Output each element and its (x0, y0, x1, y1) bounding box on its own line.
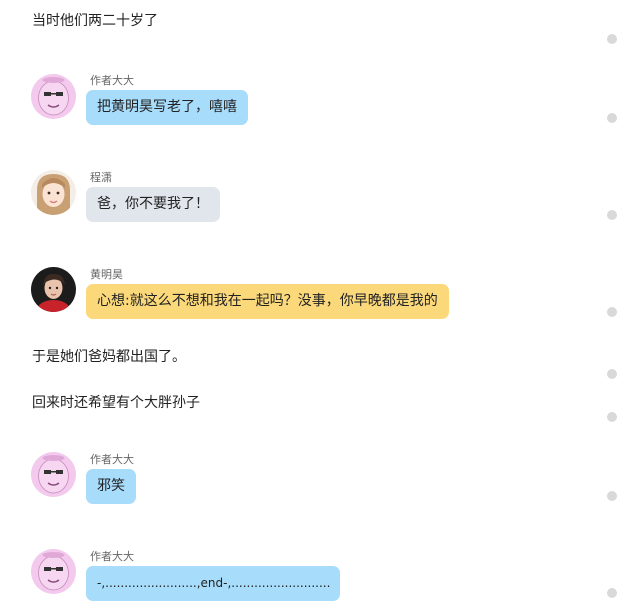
paragraph-marker-dot[interactable] (607, 412, 617, 422)
author-face-icon (31, 74, 76, 119)
narration-line: 当时他们两二十岁了 (32, 13, 158, 29)
paragraph-marker-dot[interactable] (607, 588, 617, 598)
paragraph-marker-dot[interactable] (607, 113, 617, 123)
chat-bubble: 把黄明昊写老了，嘻嘻 (86, 90, 248, 125)
avatar-author[interactable] (31, 74, 76, 119)
paragraph-marker-dot[interactable] (607, 369, 617, 379)
paragraph-marker-dot[interactable] (607, 307, 617, 317)
speaker-name: 作者大大 (90, 550, 134, 563)
speaker-name: 作者大大 (90, 453, 134, 466)
speaker-name: 作者大大 (90, 74, 134, 87)
paragraph-marker-dot[interactable] (607, 34, 617, 44)
chat-bubble: 爸，你不要我了！ (86, 187, 220, 222)
author-face-icon (31, 549, 76, 594)
girl-portrait-icon (31, 170, 76, 215)
avatar-chengxiao[interactable] (31, 170, 76, 215)
boy-portrait-icon (31, 267, 76, 312)
chat-bubble: 邪笑 (86, 469, 136, 504)
avatar-author[interactable] (31, 549, 76, 594)
chat-bubble: 心想:就这么不想和我在一起吗？没事，你早晚都是我的 (86, 284, 449, 319)
narration-line: 于是她们爸妈都出国了。 (32, 349, 186, 365)
paragraph-marker-dot[interactable] (607, 210, 617, 220)
speaker-name: 程潇 (90, 171, 112, 184)
speaker-name: 黄明昊 (90, 268, 123, 281)
chat-bubble: -,........................,end-,........… (86, 566, 340, 601)
avatar-huangminghao[interactable] (31, 267, 76, 312)
author-face-icon (31, 452, 76, 497)
avatar-author[interactable] (31, 452, 76, 497)
narration-line: 回来时还希望有个大胖孙子 (32, 395, 200, 411)
paragraph-marker-dot[interactable] (607, 491, 617, 501)
